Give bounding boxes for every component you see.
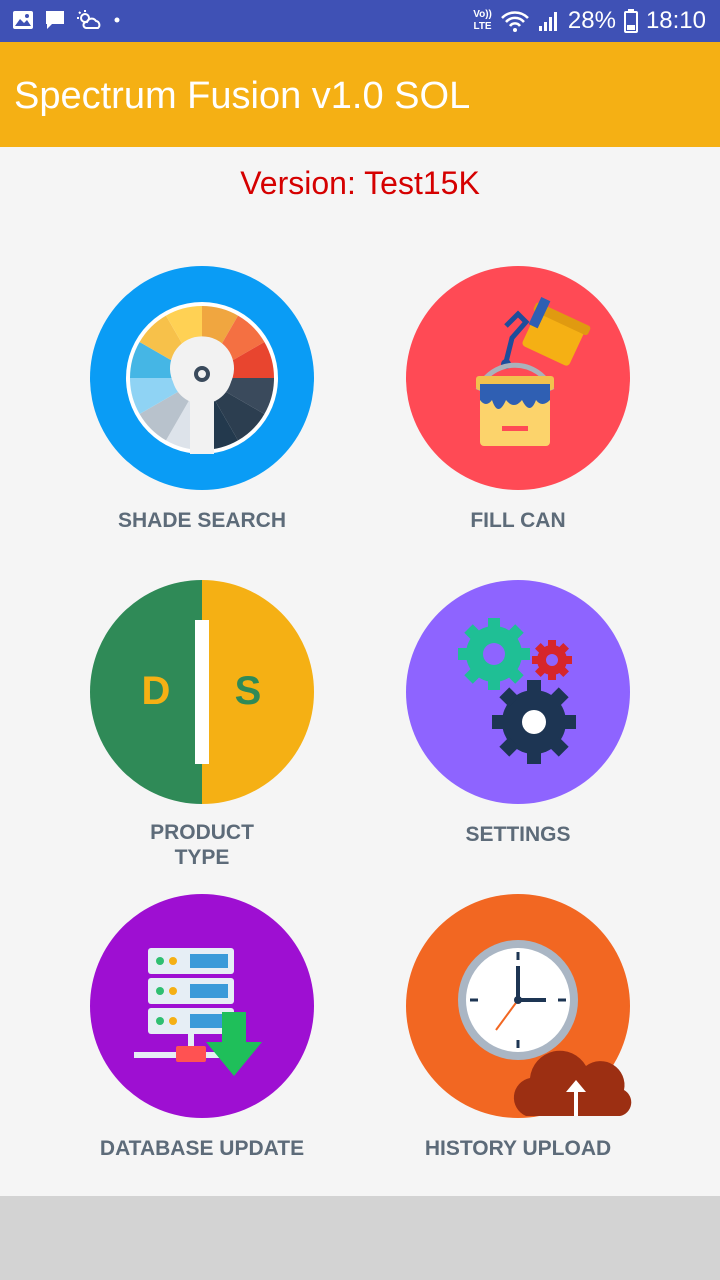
- shade-search-label: SHADE SEARCH: [117, 509, 287, 532]
- settings-button[interactable]: SETTINGS: [376, 580, 656, 880]
- status-bar: Vo)) LTE 28% 18:10: [0, 0, 720, 42]
- product-type-button[interactable]: D S PRODUCT TYPE: [60, 580, 340, 880]
- product-type-label-line2: TYPE: [174, 846, 230, 869]
- product-type-letter-s: S: [235, 669, 262, 713]
- settings-label: SETTINGS: [465, 823, 571, 846]
- bottom-area: [0, 1196, 720, 1280]
- color-wheel-icon: [90, 266, 314, 490]
- database-update-label: DATABASE UPDATE: [99, 1137, 305, 1160]
- battery-percent: 28%: [567, 7, 616, 34]
- volte-bottom-text: LTE: [473, 21, 492, 32]
- database-update-button[interactable]: DATABASE UPDATE: [60, 894, 340, 1194]
- gears-icon: [406, 580, 630, 804]
- app-bar: Spectrum Fusion v1.0 SOL: [0, 42, 720, 147]
- signal-icon: [538, 12, 557, 31]
- product-type-letter-d: D: [142, 669, 171, 713]
- fill-can-label: FILL CAN: [470, 509, 566, 532]
- notification-icons: [12, 9, 122, 31]
- gallery-icon: [13, 11, 33, 29]
- volte-top-text: Vo)): [473, 9, 492, 20]
- product-type-label-line1: PRODUCT: [150, 821, 254, 844]
- history-upload-button[interactable]: HISTORY UPLOAD: [376, 894, 656, 1194]
- volte-indicator: Vo)) LTE: [473, 10, 492, 32]
- system-icons: Vo)) LTE 28% 18:10: [473, 7, 706, 35]
- version-label: Version: Test15K: [240, 165, 480, 201]
- battery-icon: [623, 9, 638, 33]
- shade-search-button[interactable]: SHADE SEARCH: [60, 266, 340, 566]
- product-type-label: PRODUCT TYPE: [60, 820, 344, 870]
- wifi-icon: [500, 11, 529, 32]
- weather-icon: [77, 10, 101, 29]
- product-type-icon: D S: [90, 580, 314, 804]
- clock-time: 18:10: [645, 7, 706, 34]
- history-upload-label: HISTORY UPLOAD: [424, 1137, 612, 1160]
- paint-bucket-icon: [406, 266, 630, 490]
- clock-upload-icon: [406, 894, 632, 1118]
- message-icon: [46, 11, 64, 29]
- dot-icon: [114, 17, 120, 23]
- database-download-icon: [90, 894, 314, 1118]
- fill-can-button[interactable]: FILL CAN: [376, 266, 656, 566]
- app-title: Spectrum Fusion v1.0 SOL: [14, 75, 471, 117]
